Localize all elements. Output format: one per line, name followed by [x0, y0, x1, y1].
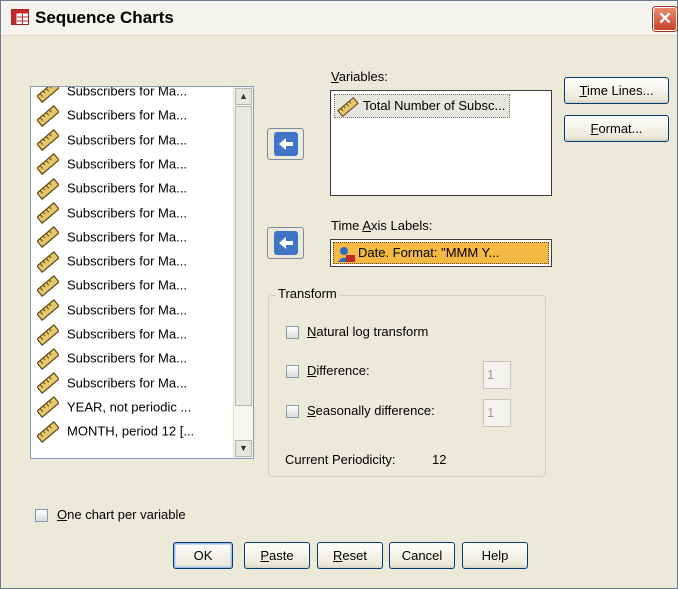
- source-variable-item[interactable]: Subscribers for Ma...: [37, 249, 187, 273]
- source-variable-item[interactable]: Subscribers for Ma...: [37, 346, 187, 370]
- source-variable-item[interactable]: Subscribers for Ma...: [37, 298, 187, 322]
- help-button[interactable]: Help: [462, 542, 528, 569]
- ok-button[interactable]: OK: [173, 542, 233, 569]
- transform-group-title: Transform: [276, 286, 339, 301]
- source-variable-label: Subscribers for Ma...: [67, 326, 187, 342]
- paste-button[interactable]: Paste: [244, 542, 310, 569]
- source-variable-item[interactable]: Subscribers for Ma...: [37, 176, 187, 200]
- source-variable-label: Subscribers for Ma...: [67, 229, 187, 245]
- source-variable-item[interactable]: Subscribers for Ma...: [37, 152, 187, 176]
- reset-button[interactable]: Reset: [317, 542, 383, 569]
- seasonal-difference-value-input[interactable]: 1: [483, 399, 511, 427]
- source-variable-label: Subscribers for Ma...: [67, 132, 187, 148]
- source-variable-label: Subscribers for Ma...: [67, 87, 187, 99]
- one-chart-per-variable-label: One chart per variable: [57, 507, 186, 522]
- source-variable-label: MONTH, period 12 [...: [67, 423, 195, 439]
- ruler-icon: [37, 299, 59, 322]
- variables-label: Variables:: [331, 69, 388, 84]
- format-button[interactable]: Format...: [564, 115, 669, 142]
- ruler-icon: [37, 153, 59, 176]
- ruler-icon: [37, 202, 59, 225]
- time-axis-selected-item[interactable]: Date. Format: "MMM Y...: [333, 242, 549, 264]
- scroll-up-button[interactable]: ▲: [235, 88, 252, 105]
- source-variable-item[interactable]: Subscribers for Ma...: [37, 322, 187, 346]
- source-variable-item[interactable]: Subscribers for Ma...: [37, 201, 187, 225]
- chart-app-icon: [11, 9, 29, 25]
- natural-log-checkbox[interactable]: [286, 326, 299, 339]
- source-variable-item[interactable]: Subscribers for Ma...: [37, 273, 187, 297]
- time-axis-labels-field[interactable]: Date. Format: "MMM Y...: [330, 239, 552, 267]
- source-variable-item[interactable]: Subscribers for Ma...: [37, 371, 187, 395]
- ruler-icon: [37, 87, 59, 103]
- ruler-icon: [37, 396, 59, 419]
- source-variable-item[interactable]: Subscribers for Ma...: [37, 87, 187, 103]
- time-lines-button[interactable]: Time Lines...: [564, 77, 669, 104]
- source-variable-label: Subscribers for Ma...: [67, 107, 187, 123]
- source-variable-label: Subscribers for Ma...: [67, 156, 187, 172]
- ruler-icon: [37, 274, 59, 297]
- ruler-icon: [37, 372, 59, 395]
- source-variable-label: Subscribers for Ma...: [67, 205, 187, 221]
- source-variable-list[interactable]: Subscribers for Ma... Subscribers for Ma.…: [30, 86, 254, 459]
- seasonal-difference-label: Seasonally difference:: [307, 403, 435, 418]
- source-variable-item[interactable]: Subscribers for Ma...: [37, 225, 187, 249]
- source-variable-label: Subscribers for Ma...: [67, 375, 187, 391]
- date-variable-icon: [338, 246, 355, 262]
- ruler-icon: [37, 347, 59, 370]
- ruler-icon: [37, 420, 59, 443]
- ruler-icon: [337, 96, 359, 117]
- window-title: Sequence Charts: [35, 8, 174, 27]
- sequence-charts-dialog: Sequence Charts ✕ Subscribers for Ma... S…: [0, 0, 678, 589]
- cancel-button[interactable]: Cancel: [389, 542, 455, 569]
- source-list-scrollbar[interactable]: ▲ ▼: [233, 87, 253, 458]
- move-to-variables-button[interactable]: [267, 128, 304, 160]
- seasonal-difference-checkbox[interactable]: [286, 405, 299, 418]
- variables-selected-item[interactable]: Total Number of Subsc...: [334, 94, 511, 118]
- variables-target-list[interactable]: Total Number of Subsc...: [330, 90, 552, 196]
- source-variable-item[interactable]: MONTH, period 12 [...: [37, 419, 194, 443]
- close-icon: ✕: [657, 9, 673, 28]
- ruler-icon: [37, 250, 59, 273]
- scroll-thumb[interactable]: [235, 106, 252, 406]
- source-variable-label: Subscribers for Ma...: [67, 180, 187, 196]
- close-button[interactable]: ✕: [653, 7, 677, 31]
- ruler-icon: [37, 129, 59, 152]
- source-variable-label: YEAR, not periodic ...: [67, 399, 192, 415]
- natural-log-label: Natural log transform: [307, 324, 429, 339]
- difference-checkbox[interactable]: [286, 365, 299, 378]
- source-variable-label: Subscribers for Ma...: [67, 350, 187, 366]
- scroll-down-button[interactable]: ▼: [235, 440, 252, 457]
- source-variable-item[interactable]: Subscribers for Ma...: [37, 128, 187, 152]
- current-periodicity-value: 12: [432, 452, 447, 467]
- source-variable-item[interactable]: YEAR, not periodic ...: [37, 395, 191, 419]
- ruler-icon: [37, 104, 59, 127]
- source-variable-items: Subscribers for Ma... Subscribers for Ma.…: [31, 87, 231, 458]
- ruler-icon: [37, 226, 59, 249]
- ruler-icon: [37, 323, 59, 346]
- source-variable-label: Subscribers for Ma...: [67, 253, 187, 269]
- title-bar: Sequence Charts ✕: [1, 1, 677, 36]
- source-variable-label: Subscribers for Ma...: [67, 277, 187, 293]
- source-variable-item[interactable]: Subscribers for Ma...: [37, 103, 187, 127]
- one-chart-per-variable-checkbox[interactable]: [35, 509, 48, 522]
- arrow-left-icon: [274, 132, 298, 156]
- difference-label: Difference:: [307, 363, 370, 378]
- ruler-icon: [37, 177, 59, 200]
- arrow-left-icon: [274, 231, 298, 255]
- move-to-time-axis-button[interactable]: [267, 227, 304, 259]
- time-axis-labels-label: Time Axis Labels:: [331, 218, 433, 233]
- difference-value-input[interactable]: 1: [483, 361, 511, 389]
- source-variable-label: Subscribers for Ma...: [67, 302, 187, 318]
- current-periodicity-label: Current Periodicity:: [285, 452, 396, 467]
